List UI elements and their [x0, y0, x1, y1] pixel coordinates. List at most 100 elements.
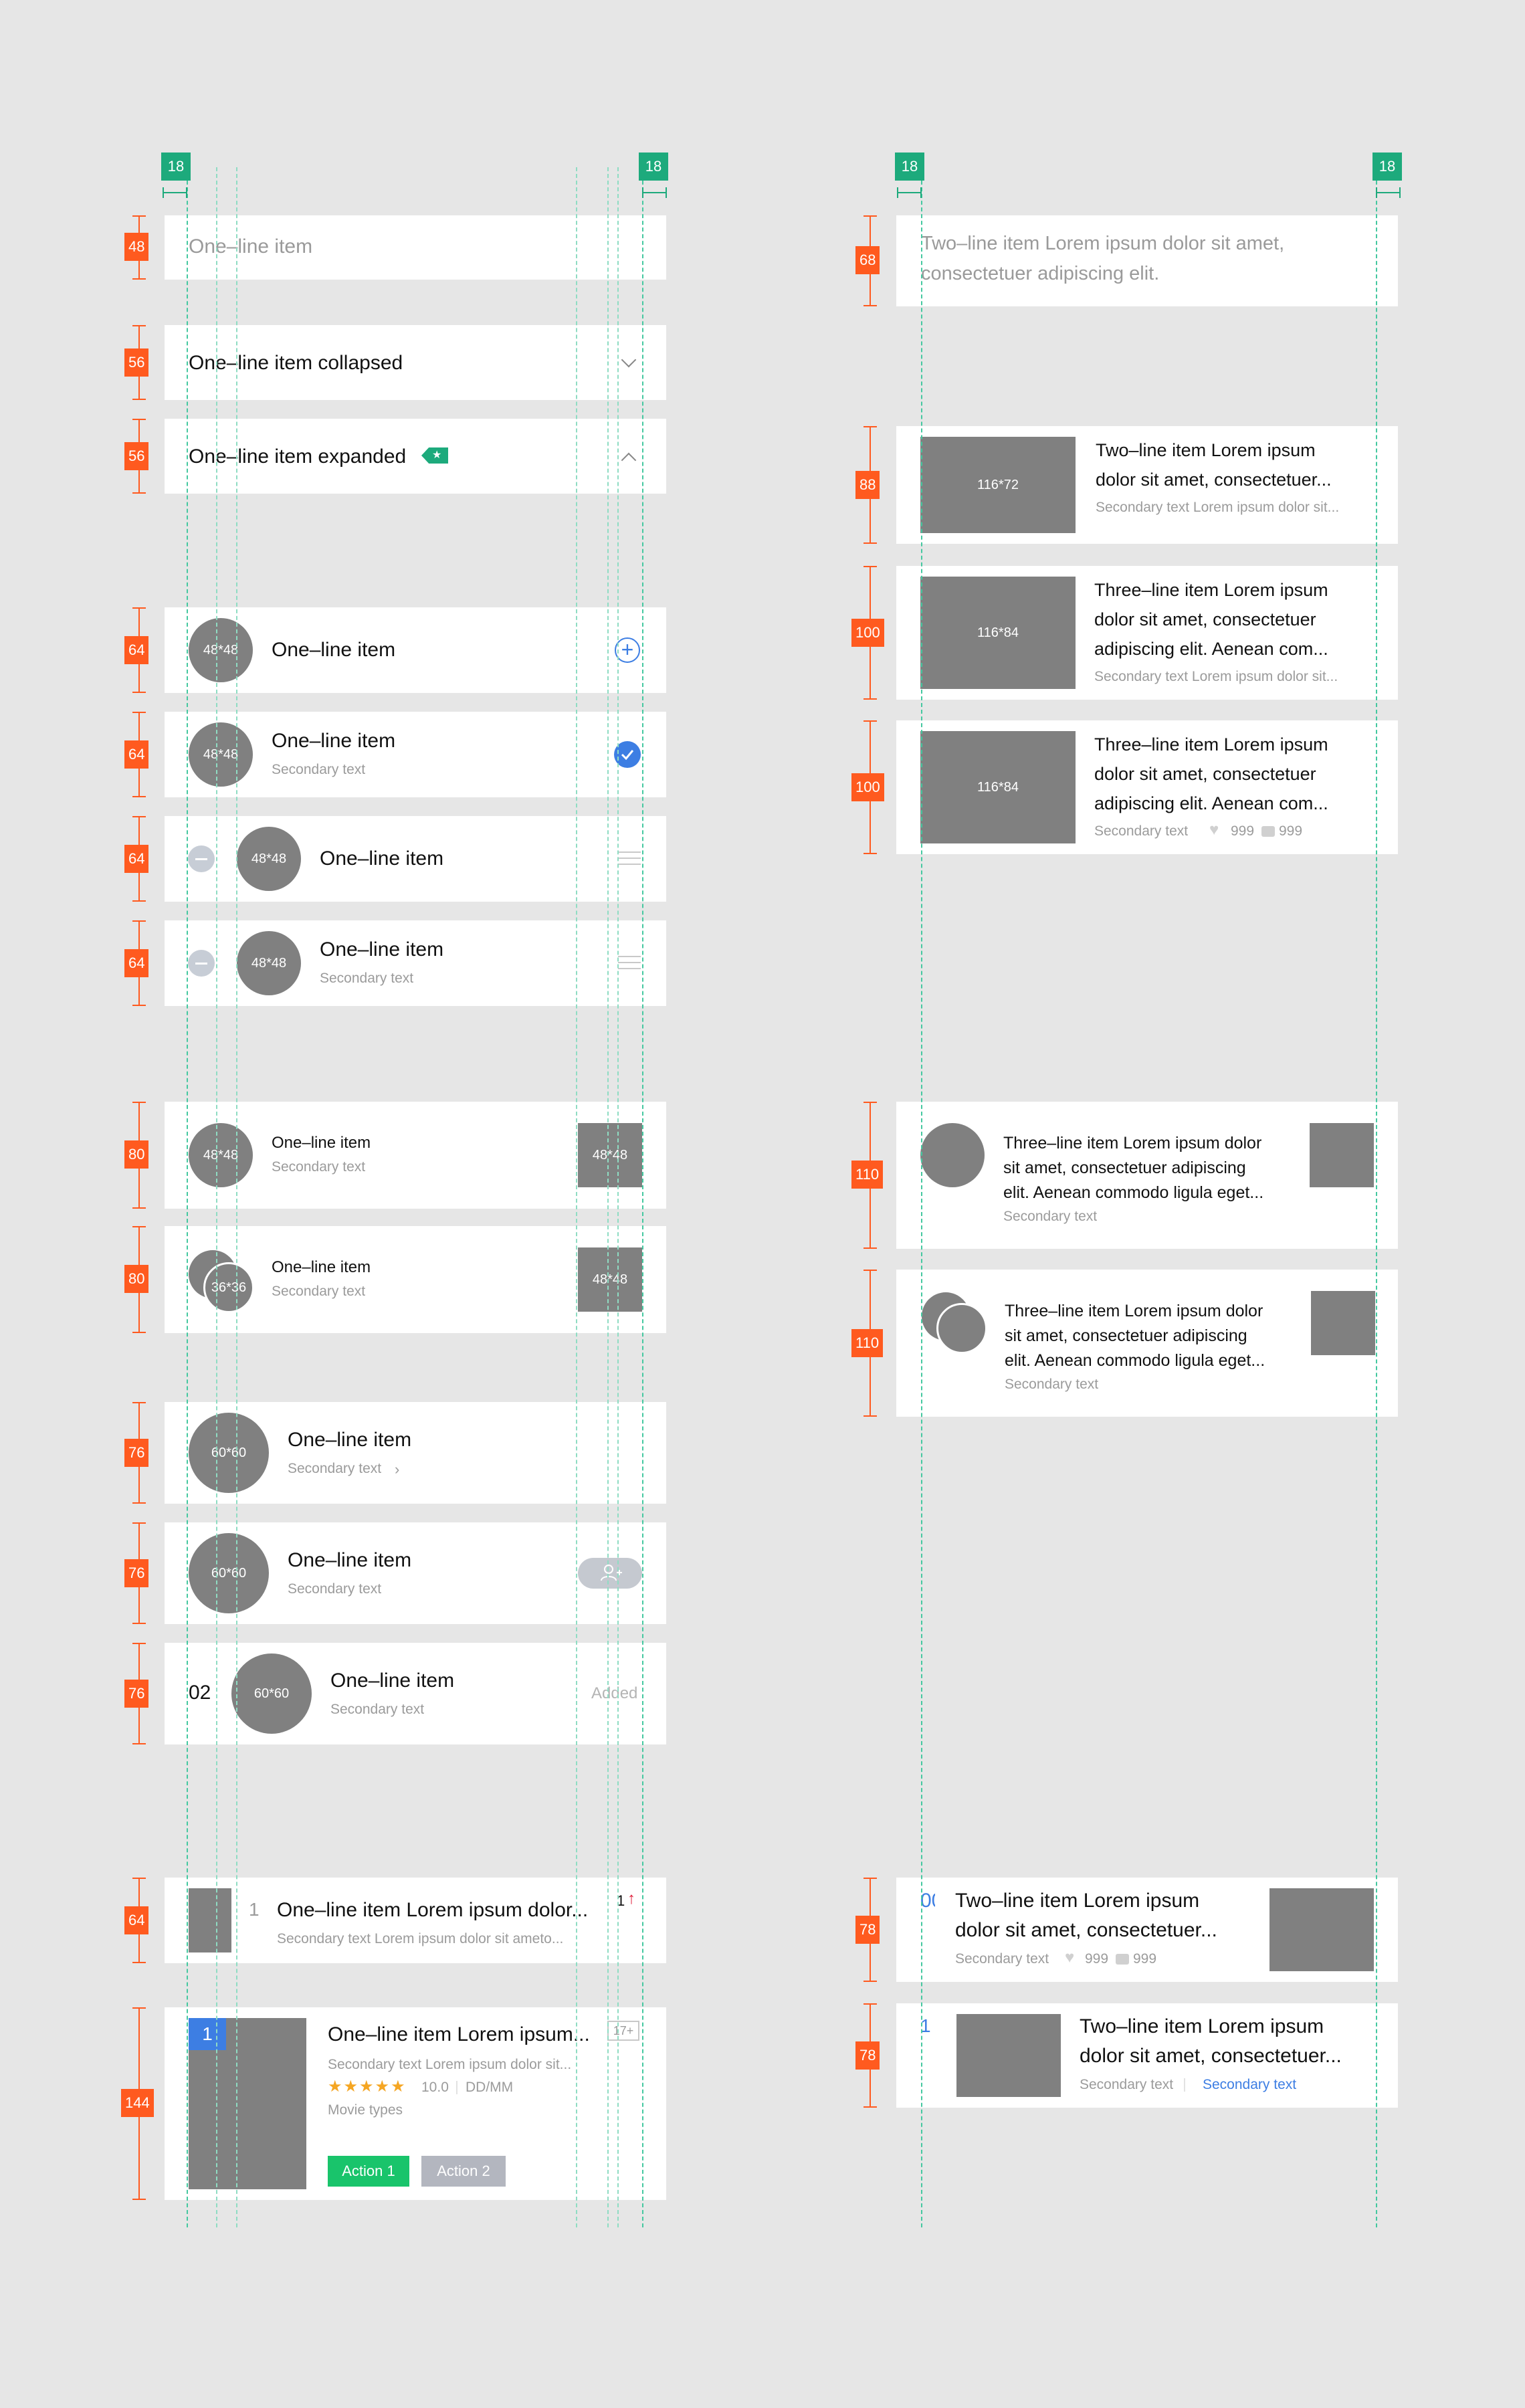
- rank-number: 00: [920, 1890, 935, 1912]
- list-item-secondary: Secondary text Lorem ipsum dolor sit...: [1094, 669, 1338, 684]
- list-item-with-add[interactable]: 48*48 One–line item +: [165, 607, 666, 693]
- list-item-expanded[interactable]: One–line item expanded: [165, 419, 666, 494]
- release-date: DD/MM: [466, 2080, 514, 2095]
- list-item-movie[interactable]: 1 One–line item Lorem ipsum... 17+ Secon…: [165, 2007, 666, 2200]
- height-tick: [132, 1226, 146, 1227]
- height-tick: [863, 698, 877, 700]
- list-item-collapsed[interactable]: One–line item collapsed: [165, 325, 666, 400]
- add-user-button[interactable]: [578, 1558, 642, 1589]
- list-item-chart-entry[interactable]: 1 One–line item Lorem ipsum dolor... Sec…: [165, 1878, 666, 1963]
- thumbnail: 48*48: [578, 1247, 642, 1312]
- list-item-group-three-line[interactable]: Three–line item Lorem ipsum dolor sit am…: [896, 1270, 1398, 1417]
- heart-icon: ♥: [1209, 821, 1219, 839]
- remove-circle-icon[interactable]: [188, 950, 215, 977]
- height-badge: 78: [855, 1916, 880, 1944]
- height-tick: [132, 2199, 146, 2200]
- list-item-title-line1: Two–line item Lorem ipsum: [1096, 440, 1316, 460]
- list-item-secondary: Secondary text: [1003, 1209, 1098, 1224]
- height-badge: 64: [124, 740, 149, 769]
- list-item-title-line3: elit. Aenean commodo ligula eget...: [1005, 1351, 1265, 1370]
- list-item-follow[interactable]: 60*60 One–line item Secondary text: [165, 1522, 666, 1624]
- thumbnail: 116*84: [920, 577, 1076, 689]
- remove-circle-icon[interactable]: [188, 845, 215, 872]
- list-item-title: One–line item expanded: [189, 445, 407, 468]
- height-tick: [863, 1981, 877, 1982]
- height-badge: 110: [851, 1329, 884, 1357]
- avatar: 60*60: [231, 1653, 312, 1734]
- list-item-media-three-line[interactable]: 116*84 Three–line item Lorem ipsum dolor…: [896, 566, 1398, 700]
- movie-types: Movie types: [328, 2102, 403, 2118]
- list-item-title: One–line item: [288, 1549, 412, 1571]
- thumbnail: [1311, 1291, 1375, 1355]
- check-circle-icon[interactable]: [614, 741, 641, 768]
- drag-handle-icon[interactable]: [618, 956, 641, 971]
- height-tick: [863, 1415, 877, 1417]
- height-tick: [132, 1643, 146, 1644]
- secondary-link[interactable]: Secondary text: [1203, 2077, 1296, 2093]
- add-circle-icon[interactable]: +: [615, 637, 640, 663]
- list-item-title: One–line item: [272, 730, 396, 752]
- list-item-title-line1: Two–line item Lorem ipsum: [955, 1890, 1200, 1912]
- avatar: 60*60: [189, 1413, 269, 1493]
- height-badge: 68: [855, 246, 880, 274]
- margin-badge-right-col-right: 18: [1372, 153, 1402, 181]
- list-item-secondary: Secondary text Lorem ipsum dolor sit...: [1096, 500, 1340, 515]
- chevron-right-icon[interactable]: ›: [395, 1461, 399, 1478]
- list-item-title: One–line item Lorem ipsum...: [328, 2023, 590, 2045]
- height-tick: [132, 1522, 146, 1524]
- list-item-large-avatar[interactable]: 60*60 One–line item Secondary text ›: [165, 1402, 666, 1504]
- height-badge: 64: [124, 636, 149, 664]
- action-1-button[interactable]: Action 1: [328, 2156, 409, 2187]
- height-tick: [132, 1332, 146, 1333]
- list-item-title: One–line item collapsed: [189, 352, 403, 374]
- height-tick: [132, 325, 146, 326]
- add-user-icon: [601, 1565, 622, 1581]
- height-badge: 76: [124, 1559, 149, 1587]
- list-item-editable[interactable]: 48*48 One–line item Secondary text: [165, 920, 666, 1006]
- avatar: [920, 1123, 985, 1187]
- list-item-secondary: Secondary text: [1005, 1377, 1099, 1392]
- avatar-front: [936, 1303, 987, 1354]
- comment-count: 999: [1133, 1951, 1157, 1967]
- comment-icon: [1116, 1954, 1129, 1965]
- trend-value: 1: [617, 1892, 625, 1909]
- margin-tick: [1376, 187, 1377, 198]
- list-item-placeholder[interactable]: One–line item: [165, 215, 666, 280]
- list-item-title-line2: dolor sit amet, consectetuer: [1094, 609, 1316, 629]
- list-item-media-stats[interactable]: 116*84 Three–line item Lorem ipsum dolor…: [896, 720, 1398, 854]
- list-item-editable[interactable]: 48*48 One–line item: [165, 816, 666, 902]
- list-item-avatar-three-line[interactable]: Three–line item Lorem ipsum dolor sit am…: [896, 1102, 1398, 1249]
- list-item-title-line3: adipiscing elit. Aenean com...: [1094, 639, 1328, 659]
- height-tick: [863, 542, 877, 544]
- list-item-with-check[interactable]: 48*48 One–line item Secondary text: [165, 712, 666, 797]
- list-item-secondary: Secondary text: [320, 971, 414, 986]
- drag-handle-icon[interactable]: [618, 851, 641, 866]
- avatar: 48*48: [189, 1123, 253, 1187]
- list-item-group-avatar[interactable]: 36*36 One–line item Secondary text 48*48: [165, 1226, 666, 1333]
- list-item-title-line2: sit amet, consectetuer adipiscing: [1003, 1159, 1246, 1177]
- height-tick: [863, 1878, 877, 1879]
- list-item-two-line-placeholder[interactable]: Two–line item Lorem ipsum dolor sit amet…: [896, 215, 1398, 306]
- list-item-media[interactable]: 116*72 Two–line item Lorem ipsum dolor s…: [896, 426, 1398, 544]
- height-badge: 56: [124, 348, 149, 377]
- rank-number: 1: [920, 2015, 931, 2036]
- chevron-up-icon[interactable]: [621, 452, 637, 468]
- height-tick: [132, 1623, 146, 1624]
- list-item-title-line2: sit amet, consectetuer adipiscing: [1005, 1326, 1247, 1345]
- height-tick: [132, 607, 146, 609]
- height-badge: 100: [851, 773, 884, 801]
- list-item-ranked[interactable]: 02 60*60 One–line item Secondary text Ad…: [165, 1643, 666, 1744]
- height-tick: [863, 566, 877, 567]
- height-tick: [132, 419, 146, 420]
- list-item-secondary: Secondary text: [288, 1581, 382, 1597]
- list-item-with-thumb[interactable]: 48*48 One–line item Secondary text 48*48: [165, 1102, 666, 1209]
- list-item-ranked-thumb-left[interactable]: 1 Two–line item Lorem ipsum dolor sit am…: [896, 2003, 1398, 2108]
- margin-tick: [1399, 187, 1401, 198]
- height-tick: [863, 1270, 877, 1271]
- thumbnail: 116*84: [920, 731, 1076, 843]
- action-2-button[interactable]: Action 2: [421, 2156, 506, 2187]
- height-badge: 100: [851, 619, 884, 647]
- chevron-down-icon[interactable]: [621, 352, 637, 368]
- list-item-ranked-media[interactable]: 00 Two–line item Lorem ipsum dolor sit a…: [896, 1878, 1398, 1982]
- like-count: 999: [1085, 1951, 1109, 1967]
